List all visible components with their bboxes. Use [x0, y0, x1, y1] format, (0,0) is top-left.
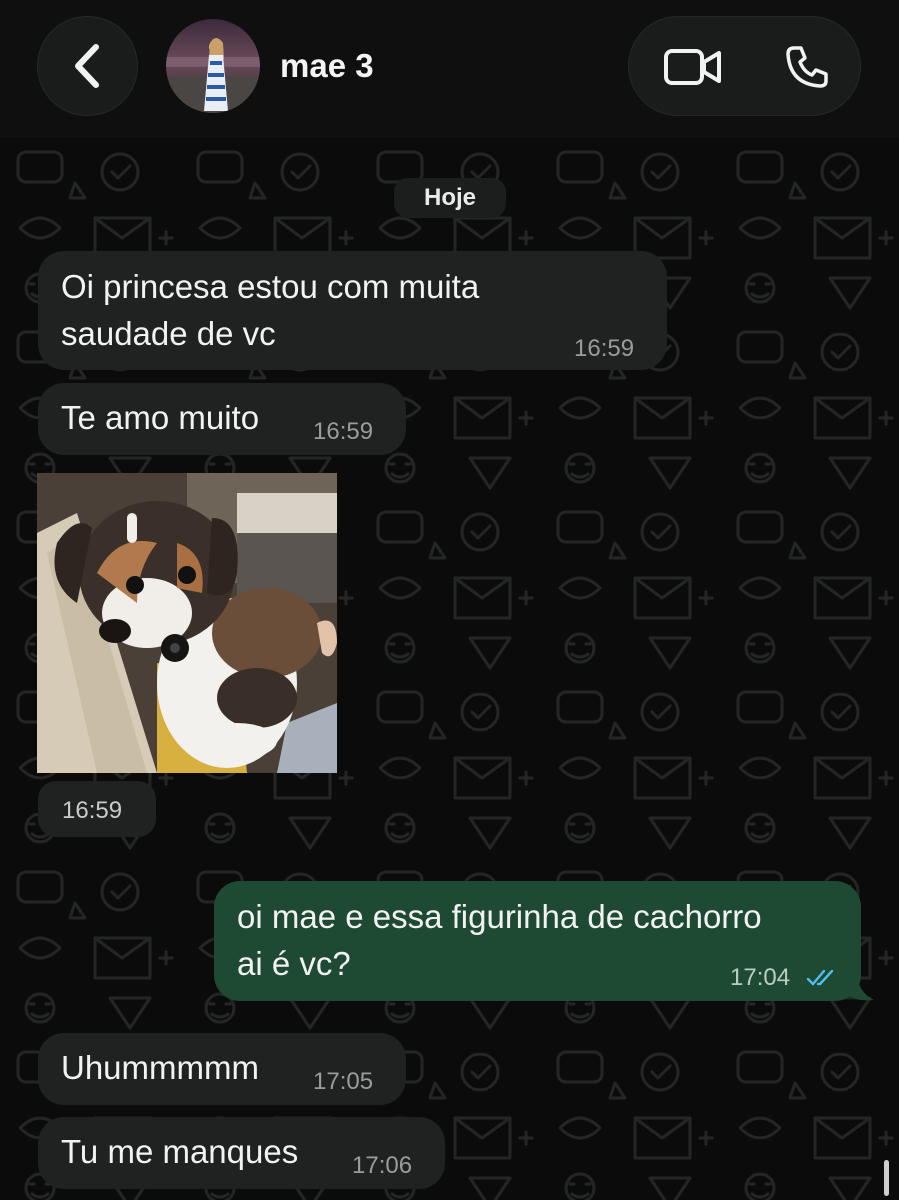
chat-area[interactable]: Hoje Oi princesa estou com muita saudade…	[0, 138, 899, 1200]
call-actions	[628, 16, 861, 116]
message-time: 17:05	[313, 1068, 374, 1095]
message-text: Te amo muito	[61, 399, 260, 436]
video-camera-icon	[664, 49, 721, 85]
contact-name[interactable]: mae 3	[280, 47, 374, 85]
video-call-button[interactable]	[635, 17, 751, 117]
chat-header: mae 3	[0, 0, 899, 138]
message-bubble-outgoing[interactable]: oi mae e essa figurinha de cachorro ai é…	[214, 881, 861, 1001]
bubble-tail	[846, 974, 874, 1001]
back-button[interactable]	[37, 16, 138, 116]
double-check-icon	[806, 969, 834, 986]
message-text: oi mae e essa figurinha de cachorro	[237, 898, 762, 935]
message-text: Tu me manques	[61, 1133, 299, 1170]
message-bubble[interactable]: Uhummmmm 17:05	[38, 1033, 406, 1105]
message-bubble[interactable]: Oi princesa estou com muita saudade de v…	[38, 251, 667, 370]
phone-icon	[786, 46, 828, 88]
message-bubble[interactable]: Tu me manques 17:06	[38, 1117, 445, 1189]
voice-call-button[interactable]	[749, 17, 865, 117]
message-text: Oi princesa estou com muita	[61, 268, 480, 305]
chevron-left-icon	[74, 44, 99, 88]
scrollbar[interactable]	[884, 1160, 889, 1196]
message-text: ai é vc?	[237, 945, 351, 982]
message-time: 17:06	[352, 1152, 413, 1179]
message-time: 16:59	[62, 797, 123, 824]
message-time: 16:59	[574, 335, 635, 362]
message-text: Uhummmmm	[61, 1049, 259, 1086]
date-chip: Hoje	[394, 178, 506, 218]
image-timestamp-chip: 16:59	[38, 781, 156, 837]
message-bubble[interactable]: Te amo muito 16:59	[38, 383, 406, 455]
message-text: saudade de vc	[61, 315, 276, 352]
puppy-sticker-image[interactable]	[37, 473, 337, 773]
message-time: 17:04	[730, 964, 791, 991]
contact-avatar[interactable]	[166, 19, 260, 113]
message-time: 16:59	[313, 418, 374, 445]
